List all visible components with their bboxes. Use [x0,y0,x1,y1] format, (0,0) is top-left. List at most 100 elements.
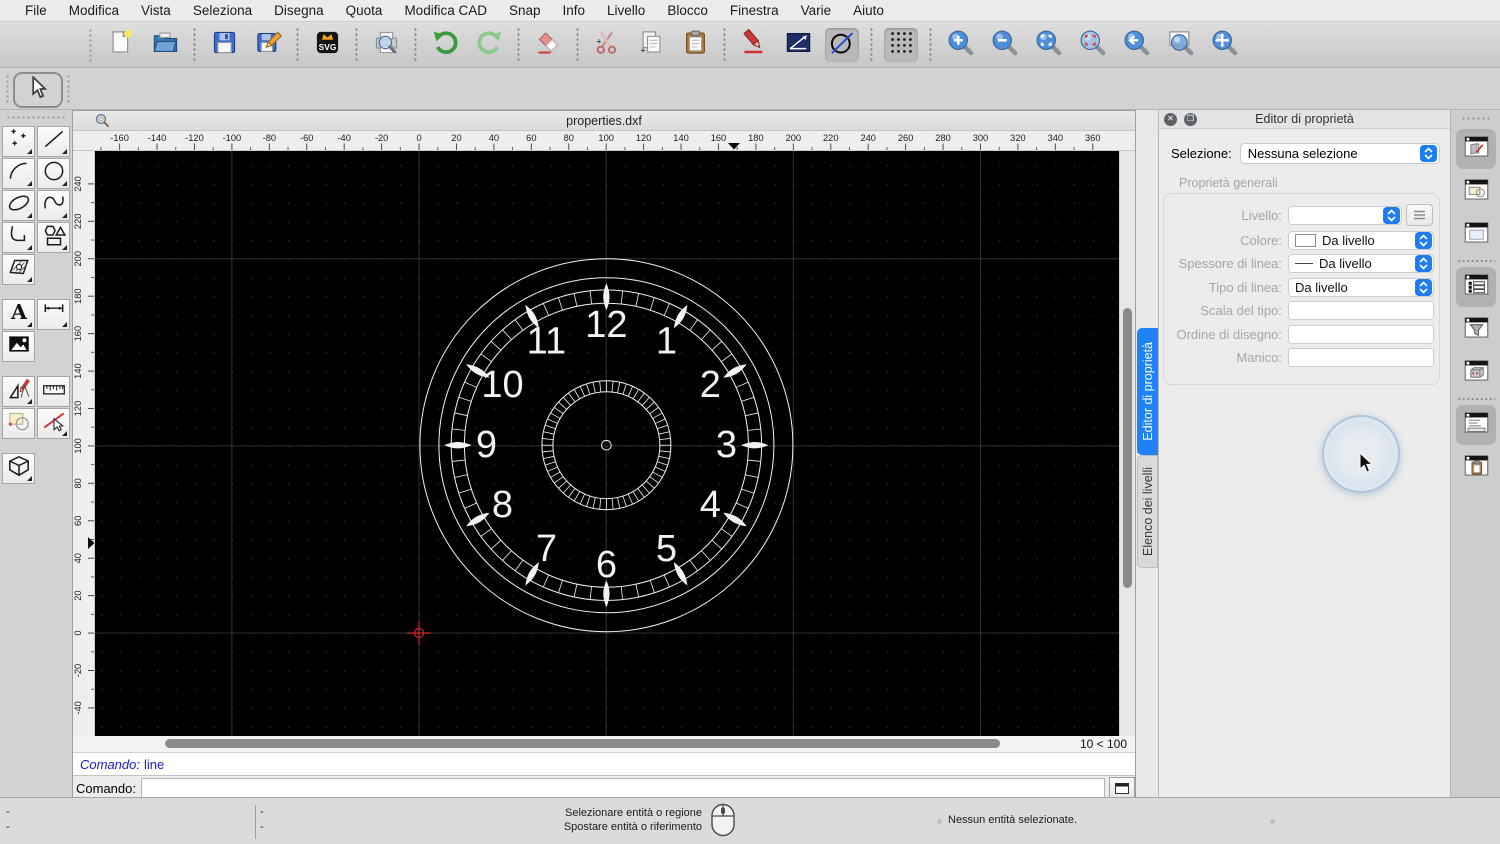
menu-file[interactable]: File [14,3,58,18]
clipboard-panel-toggle-button[interactable] [1456,448,1496,488]
grid-toggle-button[interactable] [884,28,918,62]
polyline-tool-button[interactable] [2,222,35,253]
strip-handle[interactable] [1461,116,1491,121]
panel-titlebar: ✕ ❐ Editor di proprietà [1159,110,1450,129]
dimension-tool-button[interactable] [37,299,70,330]
print-preview-button[interactable] [369,28,403,62]
draw-pencil-button[interactable] [737,28,771,62]
drawing-canvas[interactable]: 123456789101112 [95,151,1119,736]
menu-disegna[interactable]: Disegna [263,3,335,18]
command-input[interactable] [141,778,1105,799]
command-line-panel-toggle-button[interactable] [1456,405,1496,445]
block-list-toggle-button[interactable] [1456,172,1496,212]
shape-tool-button[interactable] [37,222,70,253]
ruler-corner [73,131,95,150]
horizontal-scrollbar[interactable]: 10 < 100 [73,736,1135,753]
selection-dropdown[interactable]: Nessuna selezione [1240,143,1440,164]
command-window-toggle-button[interactable] [1109,777,1135,799]
selection-filter-toggle-button[interactable] [1456,310,1496,350]
svg-text:-40: -40 [73,701,83,714]
save-as-button[interactable] [251,28,285,62]
hatch-tool-button[interactable] [2,254,35,285]
pan-button[interactable] [1207,28,1241,62]
menu-snap[interactable]: Snap [498,3,552,18]
scala-del-tipo-input[interactable] [1288,301,1434,320]
divide-tool-button[interactable] [37,408,70,439]
tab-elenco-dei-livelli[interactable]: Elenco dei livelli [1137,455,1158,568]
livello-dropdown[interactable] [1288,206,1402,225]
menu-livello[interactable]: Livello [596,3,656,18]
spessore-di-linea-dropdown[interactable]: Da livello [1288,254,1434,273]
block-3d-toggle-button[interactable] [1456,353,1496,393]
text-tool-button[interactable]: A [2,299,35,330]
block-3d-icon [1463,358,1490,388]
erase-button[interactable] [531,28,565,62]
zoom-out-button[interactable] [987,28,1021,62]
pan-icon [1210,28,1239,62]
menu-modifica[interactable]: Modifica [58,3,130,18]
menu-modifica-cad[interactable]: Modifica CAD [393,3,498,18]
statusbar-divider [255,805,256,839]
spline-tool-button[interactable] [37,190,70,221]
toolbar-handle[interactable] [5,74,10,104]
open-button[interactable] [148,28,182,62]
menu-aiuto[interactable]: Aiuto [842,3,895,18]
toolbar-handle[interactable] [66,74,71,104]
palette-handle[interactable] [6,115,66,120]
ellipse-tool-button[interactable] [2,190,35,221]
horizontal-scrollbar-handle[interactable] [165,739,1000,748]
selection-arrow-button[interactable] [13,72,63,108]
svg-text:100: 100 [73,438,83,454]
document-titlebar[interactable]: properties.dxf [73,111,1135,131]
tipo-di-linea-dropdown[interactable]: Da livello [1288,278,1434,297]
panel-float-button[interactable]: ❐ [1184,113,1197,126]
menu-blocco[interactable]: Blocco [656,3,719,18]
new-button[interactable] [104,28,138,62]
line-tool-button[interactable] [37,126,70,157]
menu-quota[interactable]: Quota [335,3,394,18]
menu-vista[interactable]: Vista [130,3,182,18]
toolbar-handle[interactable] [88,28,93,62]
image-tool-button[interactable] [2,331,35,362]
circle-line-button[interactable] [825,28,859,62]
ordine-di-disegno-input[interactable] [1288,325,1434,344]
menu-info[interactable]: Info [552,3,597,18]
solid-tool-button[interactable] [2,453,35,484]
save-button[interactable] [207,28,241,62]
lineweight-swatch [1295,263,1313,264]
manico-input[interactable] [1288,348,1434,367]
zoom-auto-button[interactable] [1031,28,1065,62]
menu-seleziona[interactable]: Seleziona [182,3,263,18]
measure-tool-button[interactable] [37,376,70,407]
arc-tool-button[interactable] [2,158,35,189]
vertical-scrollbar-handle[interactable] [1123,308,1132,588]
zoom-window-button[interactable] [1163,28,1197,62]
circle-tool-button[interactable] [37,158,70,189]
copy-button[interactable]: + [634,28,668,62]
menu-varie[interactable]: Varie [790,3,843,18]
panel-close-button[interactable]: ✕ [1164,113,1177,126]
svg-export-button[interactable]: SVG [310,28,344,62]
redo-button[interactable] [472,28,506,62]
zoom-selection-button[interactable] [1075,28,1109,62]
dropdown-stepper-icon [1383,207,1400,224]
cut-button[interactable]: + [590,28,624,62]
modify-tool-button[interactable] [2,376,35,407]
view-window-toggle-button[interactable] [1456,215,1496,255]
paste-button[interactable] [678,28,712,62]
zoom-previous-button[interactable] [1119,28,1153,62]
layer-menu-button[interactable] [1406,204,1433,226]
vertical-scrollbar[interactable] [1119,151,1135,736]
tab-editor-di-propriet-[interactable]: Editor di proprietà [1137,328,1158,455]
undo-button[interactable] [428,28,462,62]
menu-finestra[interactable]: Finestra [719,3,790,18]
shape-angle-button[interactable] [781,28,815,62]
block-tool-button[interactable] [2,408,35,439]
svg-text:+: + [640,45,645,55]
manico-label: Manico: [1164,350,1282,365]
property-editor-panel-toggle-button[interactable] [1456,267,1496,307]
library-browser-toggle-button[interactable] [1456,129,1496,169]
zoom-in-button[interactable] [943,28,977,62]
colore-dropdown[interactable]: Da livello [1288,231,1434,250]
point-tool-button[interactable] [2,126,35,157]
